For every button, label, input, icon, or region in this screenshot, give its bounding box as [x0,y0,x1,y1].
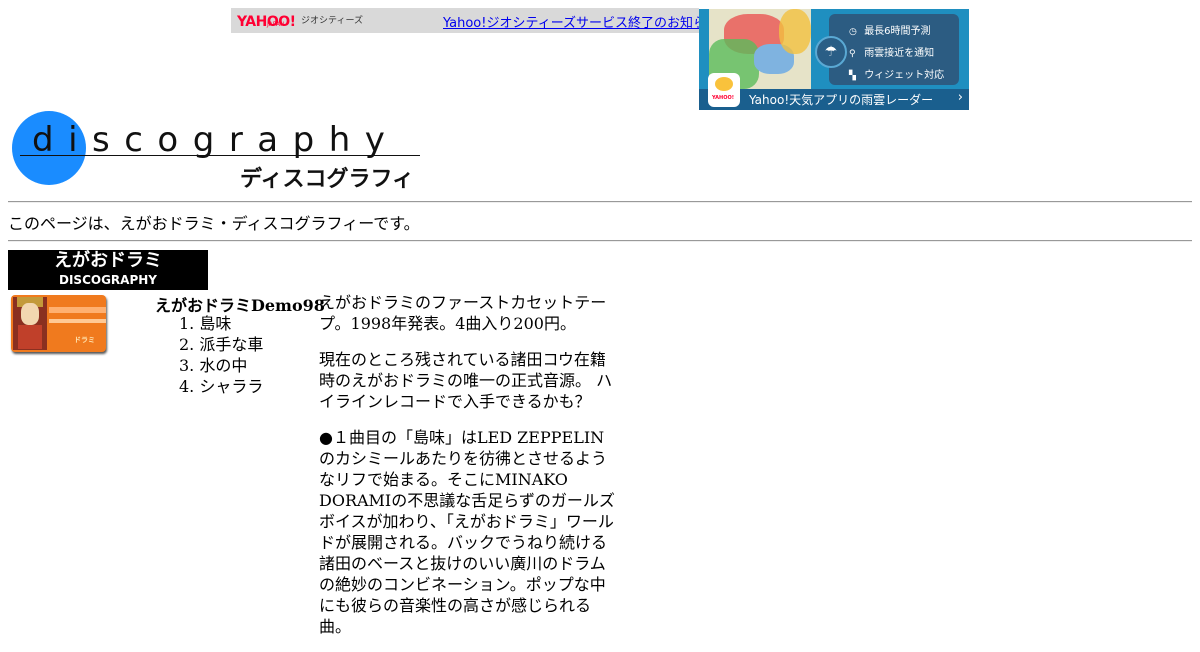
service-end-notice-link[interactable]: Yahoo!ジオシティーズサービス終了のお知らせ [443,12,719,31]
track-item: 2. 派手な車 [179,335,264,354]
ad-feature-label: 雨雲接近を通知 [864,48,935,59]
ad-caption: Yahoo!天気アプリの雨雲レーダー [749,93,934,107]
app-icon-logo-text: YAHOO! [712,95,734,101]
cover-stamp: ドラミ [74,336,95,344]
intro-text: このページは、えがおドラミ・ディスコグラフィーです。 [8,214,420,233]
ad-feature-panel: ◷ 最長6時間予測 ⚲ 雨雲接近を通知 ▚ ウィジェット対応 [829,14,959,85]
description-paragraph: 現在のところ残されている諸田コウ在籍時のえがおドラミの唯一の正式音源。 ハイライ… [319,350,613,411]
ad-caption-bar[interactable]: YAHOO! Yahoo!天気アプリの雨雲レーダー › [699,73,969,110]
section-badge: えがおドラミ DISCOGRAPHY [8,250,208,290]
divider [8,240,1192,242]
ad-feature-item: ⚲ 雨雲接近を通知 [849,44,934,59]
track-item: 1. 島味 [179,314,232,333]
geocities-notice-bar: YAHOO! JAPAN ジオシティーズ Yahoo!ジオシティーズサービス終了… [231,8,719,33]
ad-feature-label: ウィジェット対応 [864,70,945,81]
title-kana: ディスコグラフィ [240,167,415,192]
badge-band-name: えがおドラミ [54,250,162,271]
track-item: 4. シャララ [179,377,264,396]
clock-icon: ◷ [849,27,857,37]
rain-cloud-icon: ☂ [815,36,847,68]
widget-icon: ▚ [849,71,856,81]
ad-feature-item: ▚ ウィジェット対応 [849,66,944,81]
chevron-right-icon: › [957,90,963,105]
title-word: discography [32,120,400,160]
service-name: ジオシティーズ [301,16,364,26]
description-paragraph: えがおドラミのファーストカセットテープ。1998年発表。4曲入り200円。 [319,293,607,333]
ad-feature-label: 最長6時間予測 [864,26,931,37]
weather-app-icon: YAHOO! [708,73,740,107]
divider [8,201,1192,203]
weather-app-ad[interactable]: ◷ 最長6時間予測 ⚲ 雨雲接近を通知 ▚ ウィジェット対応 ☂ YAHOO! … [699,9,969,110]
pin-icon: ⚲ [849,49,856,59]
badge-label: DISCOGRAPHY [59,273,157,287]
track-item: 3. 水の中 [179,356,248,375]
album-description: えがおドラミのファーストカセットテープ。1998年発表。4曲入り200円。 現在… [319,292,619,652]
ad-feature-item: ◷ 最長6時間予測 [849,22,931,37]
description-paragraph: ●１曲目の「島味」はLED ZEPPELINのカシミールあたりを彷彿とさせるよう… [319,428,615,636]
album-cover: ドラミ [11,295,106,352]
discography-title-logo: discography ディスコグラフィ [10,110,422,192]
yahoo-logo-sub: JAPAN [267,21,285,28]
tracklist: 1. 島味 2. 派手な車 3. 水の中 4. シャララ [179,313,263,397]
